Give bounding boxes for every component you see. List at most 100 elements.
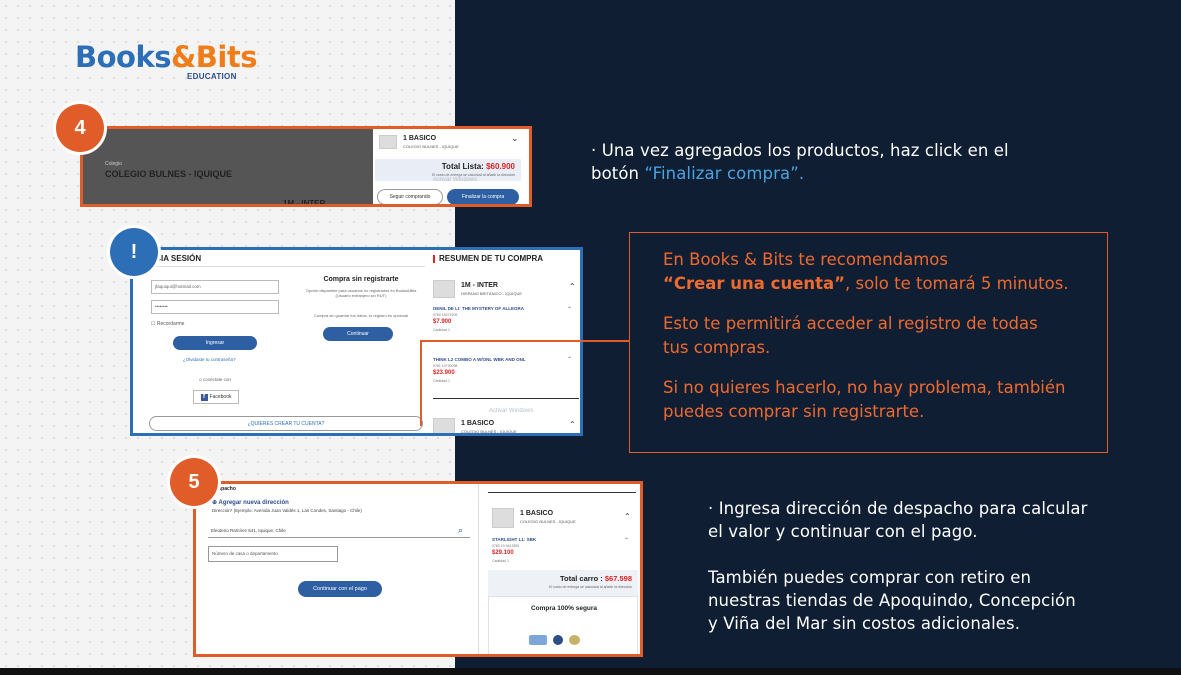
step5-line: También puedes comprar con retiro en [708, 568, 1032, 587]
login-button[interactable]: Ingresar [173, 336, 257, 350]
facebook-icon: f [200, 393, 208, 401]
chevron-up-icon[interactable]: ⌃ [569, 282, 576, 291]
product-qty: Cantidad 1 [492, 559, 509, 563]
product-title: STARLIGHT L1: SBK [492, 537, 537, 542]
step4-text: botón [591, 164, 645, 183]
address-input[interactable]: Eleuterio Ramírez 641, Iquique, Chile [208, 524, 470, 538]
step5-line: nuestras tiendas de Apoquindo, Concepció… [708, 591, 1076, 610]
step5-badge: 5 [170, 458, 218, 506]
remember-checkbox[interactable]: ☐ Recordarme [151, 321, 184, 327]
guest-purchase-title: Compra sin registrarte [323, 276, 399, 283]
password-field[interactable]: •••••••• [151, 300, 279, 314]
chevron-up-icon[interactable]: ⌃ [567, 356, 572, 363]
chevron-up-icon[interactable]: ⌃ [624, 537, 629, 544]
search-icon[interactable]: ⌕ [458, 525, 463, 536]
cart-item-subtitle: COLEGIO BULNES - IQUIQUE [403, 144, 459, 149]
info-line: tus compras. [663, 338, 771, 357]
add-address-label: Agregar nueva dirección [218, 500, 289, 506]
total-price: $67.598 [604, 574, 632, 583]
step4-line2: botón “Finalizar compra”. [591, 162, 1009, 185]
total-box: Total carro : $67.598 El costo de entreg… [488, 570, 638, 654]
info-line: Esto te permitirá acceder al registro de… [663, 314, 1038, 333]
list-item-title: THINK L2 COMBO A W/ONL WBK AND ONL [433, 357, 526, 362]
step5-line: el valor y continuar con el pago. [708, 522, 978, 541]
list-item-code: 9781 10730098 [433, 364, 458, 368]
product-price: $29.100 [492, 550, 514, 556]
chevron-up-icon[interactable]: ⌃ [624, 512, 631, 521]
total-note: El costo de entrega se calculará al añad… [549, 585, 632, 589]
product-code: 9780 19 9413350 [492, 544, 520, 548]
guest-continue-button[interactable]: Continuar [323, 327, 393, 341]
info-line: En Books & Bits te recomendamos [663, 250, 948, 269]
product-thumbnail [379, 135, 397, 149]
school-name: COLEGIO BULNES - IQUIQUE [105, 169, 233, 179]
chevron-up-icon[interactable]: ⌃ [567, 306, 572, 313]
connector-line [420, 340, 422, 426]
create-account-button[interactable]: ¿QUIERES CREAR TU CUENTA? [149, 416, 423, 431]
product-thumbnail [433, 418, 455, 433]
forgot-password-link[interactable]: ¿Olvidaste tu contraseña? [183, 357, 236, 362]
total-label: Total Lista: [441, 162, 484, 171]
windows-watermark: Activar Windows [489, 408, 534, 414]
logo-bits: Bits [195, 40, 258, 74]
address-hint: Dirección* (Ejemplo: Avenida Juan Valdés… [212, 508, 362, 513]
cart-total: Total carro : $67.598 [560, 574, 632, 583]
logo-amp: & [171, 40, 196, 74]
house-number-input[interactable]: Número de casa o departamento [208, 546, 338, 562]
summary-item-subtitle: HISPANO BRITÁNICO - IQUIQUE [461, 291, 523, 296]
guest-purchase-description: Opción disponible para usuarios no regis… [305, 288, 417, 298]
continue-shopping-button[interactable]: Seguir comprando [377, 189, 443, 204]
step5-screenshot: Despacho ⊕ Agregar nueva dirección Direc… [193, 481, 643, 657]
login-screenshot: INICIA SESIÓN RESUMEN DE TU COMPRA jfaqu… [130, 247, 583, 436]
list-item-price: $7.900 [433, 319, 452, 325]
facebook-label: Facebook [209, 394, 232, 400]
info-line: “Crear una cuenta”, solo te tomará 5 min… [663, 272, 1069, 296]
chevron-up-icon[interactable]: ⌃ [569, 420, 576, 429]
step4-line1: · Una vez agregados los productos, haz c… [591, 141, 1009, 160]
books-and-bits-logo: Books&Bits [75, 40, 257, 74]
summary-title: RESUMEN DE TU COMPRA [433, 254, 543, 263]
continue-payment-button[interactable]: Continuar con el pago [298, 581, 382, 597]
list-item-code: 9780 19271909 [433, 313, 458, 317]
logo-books: Books [75, 40, 172, 74]
product-thumbnail [433, 280, 455, 298]
chevron-down-icon[interactable]: ⌄ [511, 133, 519, 144]
or-connect-label: o conéctate con [199, 377, 231, 382]
windows-watermark: Activar Windows [433, 177, 478, 183]
divider [433, 398, 579, 399]
info-badge: ! [110, 228, 158, 276]
step5-line: y Viña del Mar sin costos adicionales. [708, 614, 1021, 633]
total-label: Total carro : [559, 574, 603, 583]
total-price: $60.900 [486, 162, 515, 171]
create-account-highlight: “Crear una cuenta” [663, 274, 845, 293]
email-field[interactable]: jfaquiqui@hotmail.com [151, 280, 279, 294]
list-item-qty: Cantidad 1 [433, 328, 450, 332]
secure-box: Compra 100% segura [488, 596, 638, 654]
divider [488, 492, 636, 493]
finalize-purchase-button[interactable]: Finalizar la compra [447, 189, 519, 204]
facebook-login-button[interactable]: f Facebook [193, 390, 239, 404]
step4-screenshot: Colegio COLEGIO BULNES - IQUIQUE 1M - IN… [80, 126, 532, 207]
step4-instructions: · Una vez agregados los productos, haz c… [591, 139, 1009, 185]
security-logos [529, 635, 580, 645]
summary-item-subtitle: COLEGIO BULNES - IQUIQUE [461, 429, 517, 434]
info-line: puedes comprar sin registrarte. [663, 402, 925, 421]
level-name: 1M - INTER [283, 199, 326, 207]
total-list: Total Lista: $60.900 [442, 162, 515, 171]
recommendation-text: En Books & Bits te recomendamos “Crear u… [663, 248, 1069, 424]
list-item-qty: Cantidad 1 [433, 379, 450, 383]
summary-item-title: 1 BASICO [461, 420, 495, 427]
finalize-highlight: “Finalizar compra”. [644, 164, 805, 183]
summary-item-title: 1M - INTER [461, 282, 498, 289]
step4-badge: 4 [56, 104, 104, 152]
trust-badge-icon [569, 635, 580, 645]
add-address-link[interactable]: ⊕ Agregar nueva dirección [212, 499, 289, 506]
security-seal-icon [529, 635, 547, 645]
secure-shield-icon [553, 635, 563, 645]
info-line: Si no quieres hacerlo, no hay problema, … [663, 378, 1066, 397]
remember-label: Recordarme [156, 321, 185, 327]
cart-list-overlay: Colegio COLEGIO BULNES - IQUIQUE 1M - IN… [83, 129, 373, 207]
cart-item-title: 1 BASICO [403, 135, 437, 142]
list-item-title: DENIL DE LI: THE MYSTERY OF ALLEGRA [433, 306, 525, 311]
step5-line: · Ingresa dirección de despacho para cal… [708, 499, 1088, 518]
